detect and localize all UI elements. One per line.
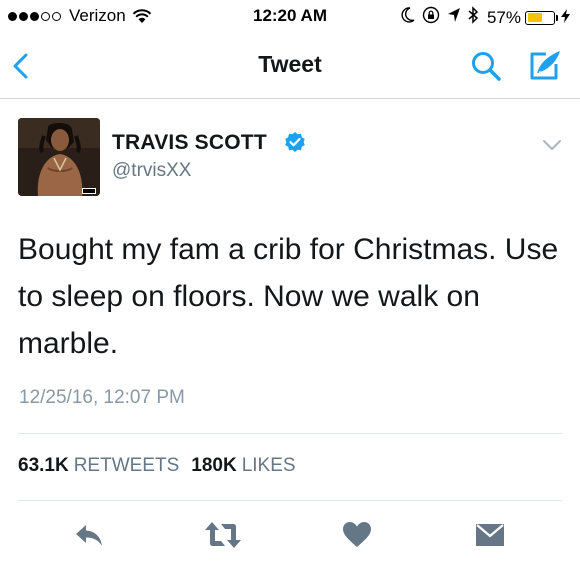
retweet-label[interactable]: RETWEETS xyxy=(74,455,180,477)
chevron-down-icon[interactable] xyxy=(541,137,563,153)
tweet-stats: 63.1K RETWEETS 180K LIKES xyxy=(18,455,308,477)
retweet-count[interactable]: 63.1K xyxy=(18,455,69,477)
divider xyxy=(18,433,562,434)
search-icon[interactable] xyxy=(470,50,502,82)
status-bar: Verizon 12:20 AM 57% xyxy=(0,0,580,34)
reply-icon[interactable] xyxy=(73,519,105,551)
location-arrow-icon xyxy=(447,7,461,28)
tweet-timestamp: 12/25/16, 12:07 PM xyxy=(19,387,185,408)
status-bar-right: 57% xyxy=(394,6,570,29)
verified-badge-icon xyxy=(284,131,306,153)
orientation-lock-icon xyxy=(422,6,440,29)
envelope-icon[interactable] xyxy=(474,519,506,551)
retweet-icon[interactable] xyxy=(203,519,243,551)
compose-icon[interactable] xyxy=(526,48,562,84)
tweet-text: Bought my fam a crib for Christmas. Use … xyxy=(18,233,559,360)
battery-icon xyxy=(525,10,558,25)
nav-bar: Tweet xyxy=(0,34,580,99)
charging-bolt-icon xyxy=(561,8,570,28)
battery-level-fill xyxy=(527,13,542,22)
bluetooth-icon xyxy=(468,6,479,29)
battery-percent: 57% xyxy=(486,7,521,27)
like-label[interactable]: LIKES xyxy=(242,455,296,477)
like-count[interactable]: 180K xyxy=(191,455,236,477)
avatar[interactable] xyxy=(18,118,100,196)
moon-icon xyxy=(401,7,415,28)
divider xyxy=(18,500,562,501)
heart-icon[interactable] xyxy=(341,519,373,551)
author-name[interactable]: TRAVIS SCOTT xyxy=(112,131,267,155)
author-handle[interactable]: @trvisXX xyxy=(112,160,191,182)
